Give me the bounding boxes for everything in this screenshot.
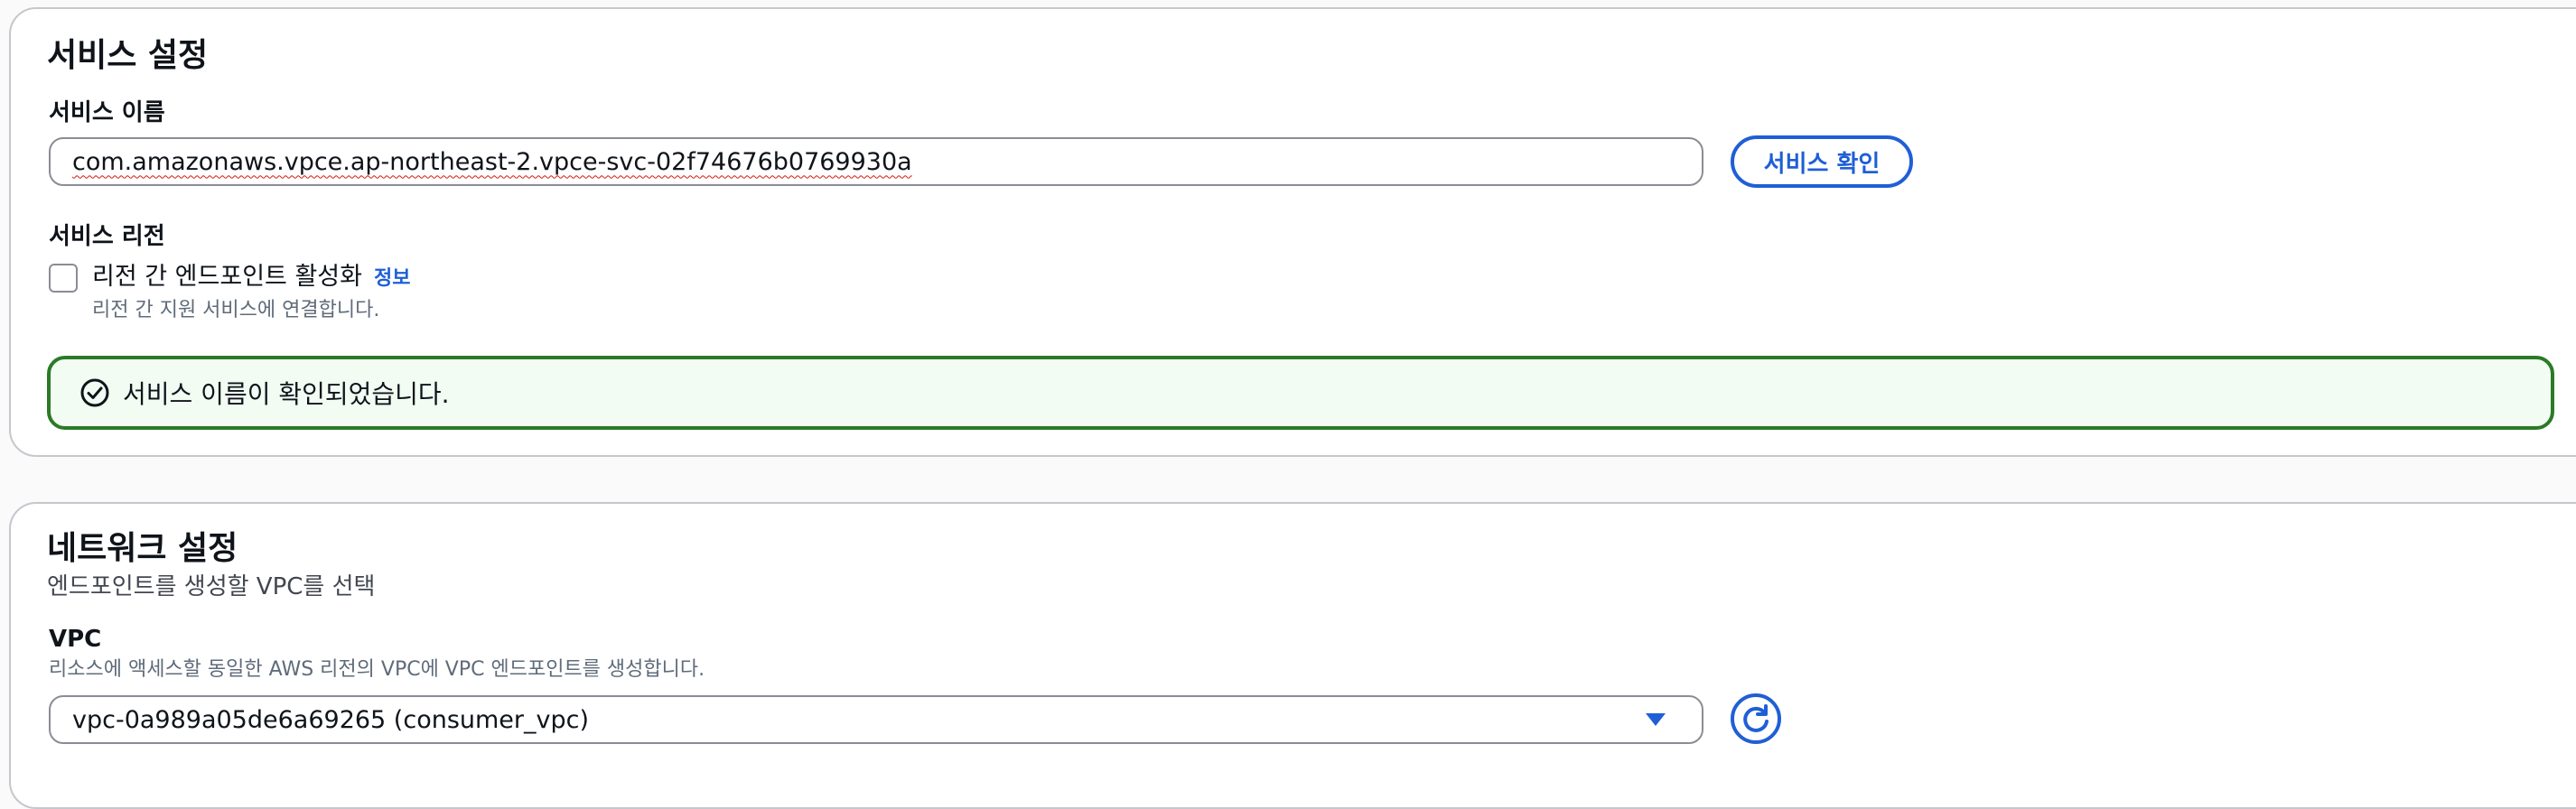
service-name-input[interactable]: com.amazonaws.vpce.ap-northeast-2.vpce-s… bbox=[49, 137, 1703, 186]
vpc-select[interactable]: vpc-0a989a05de6a69265 (consumer_vpc) bbox=[49, 695, 1703, 744]
caret-down-icon[interactable] bbox=[1646, 713, 1666, 726]
info-link[interactable]: 정보 bbox=[374, 265, 410, 293]
success-alert: 서비스 이름이 확인되었습니다. bbox=[47, 356, 2554, 430]
vpc-selected-value: vpc-0a989a05de6a69265 (consumer_vpc) bbox=[72, 705, 590, 734]
cross-region-checkbox-label[interactable]: 리전 간 엔드포인트 활성화 bbox=[92, 262, 362, 293]
service-region-label: 서비스 리전 bbox=[49, 223, 165, 250]
verify-service-button[interactable]: 서비스 확인 bbox=[1731, 135, 1913, 188]
service-name-value: com.amazonaws.vpce.ap-northeast-2.vpce-s… bbox=[72, 147, 912, 176]
service-name-label: 서비스 이름 bbox=[49, 99, 165, 126]
network-settings-subtitle: 엔드포인트를 생성할 VPC를 선택 bbox=[47, 573, 376, 600]
cross-region-checkbox[interactable] bbox=[49, 264, 78, 293]
service-settings-panel: 서비스 설정 서비스 이름 com.amazonaws.vpce.ap-nort… bbox=[9, 7, 2576, 457]
network-settings-title: 네트워크 설정 bbox=[47, 530, 238, 567]
vpc-label: VPC bbox=[49, 626, 102, 653]
success-message: 서비스 이름이 확인되었습니다. bbox=[123, 379, 450, 409]
cross-region-description: 리전 간 지원 서비스에 연결합니다. bbox=[92, 299, 380, 321]
vpc-description: 리소스에 액세스할 동일한 AWS 리전의 VPC에 VPC 엔드포인트를 생성… bbox=[49, 658, 705, 681]
check-circle-icon bbox=[79, 377, 110, 408]
refresh-icon bbox=[1739, 702, 1773, 736]
network-settings-panel: 네트워크 설정 엔드포인트를 생성할 VPC를 선택 VPC 리소스에 액세스할… bbox=[9, 502, 2576, 809]
service-settings-title: 서비스 설정 bbox=[47, 37, 209, 74]
refresh-button[interactable] bbox=[1731, 693, 1781, 744]
